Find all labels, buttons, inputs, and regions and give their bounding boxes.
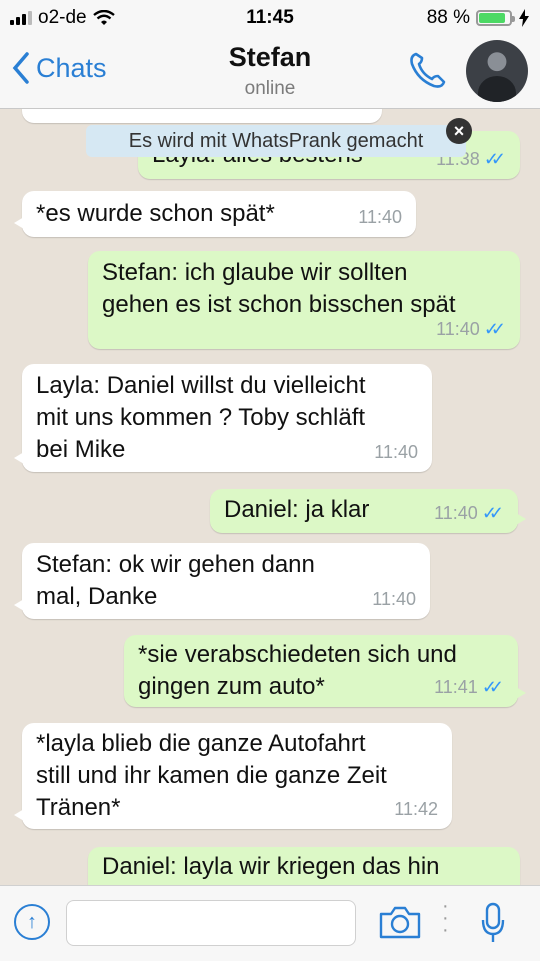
battery-icon [476, 10, 515, 26]
status-right: 88 % [427, 7, 530, 29]
watermark-banner: Es wird mit WhatsPrank gemacht [86, 125, 466, 157]
message-bubble [22, 109, 382, 123]
avatar[interactable] [466, 40, 528, 102]
camera-icon[interactable] [378, 904, 422, 940]
message-input[interactable] [66, 900, 356, 946]
message-bubble: Layla: Daniel willst du vielleicht mit u… [14, 364, 432, 472]
battery-fill [479, 13, 506, 23]
battery-percent: 88 % [426, 7, 470, 28]
message-meta: 11:40 [372, 583, 416, 615]
upload-icon[interactable]: ↑ [14, 904, 50, 940]
message-text: Stefan: ok wir gehen dann mal, Danke [36, 551, 315, 610]
chat-header: Chats Stefan online [0, 36, 540, 109]
charging-icon [519, 9, 529, 27]
message-meta: 11:40 ✓✓ [436, 313, 506, 345]
close-icon[interactable]: × [446, 118, 472, 144]
message-bubble: Daniel: layla wir kriegen das hin [88, 847, 520, 885]
message-bubble: Stefan: ok wir gehen dann mal, Danke 11:… [14, 543, 430, 619]
message-text: *sie verabschiedeten sich und gingen zum… [138, 641, 457, 700]
chat-area[interactable]: Layla: alles bestens 11:38✓✓ *es wurde s… [0, 109, 540, 885]
message-bubble: *layla blieb die ganze Autofahrt still u… [14, 723, 452, 829]
read-ticks-icon: ✓✓ [481, 503, 504, 523]
message-time: 11:40 [372, 589, 416, 609]
message-text: Daniel: ja klar [224, 496, 370, 523]
message-bubble: Stefan: ich glaube wir sollten gehen es … [88, 251, 520, 349]
read-ticks-icon: ✓✓ [483, 319, 506, 339]
phone-icon[interactable] [406, 50, 448, 92]
message-bubble: Daniel: ja klar 11:40 ✓✓ [210, 489, 526, 533]
microphone-icon[interactable] [480, 902, 506, 944]
contact-name[interactable]: Stefan [0, 42, 540, 73]
message-time: 11:41 [434, 677, 478, 697]
message-time: 11:40 [374, 442, 418, 462]
message-meta: 11:41 ✓✓ [434, 671, 504, 703]
message-time: 11:42 [394, 799, 438, 819]
status-bar: o2-de 11:45 88 % [0, 0, 540, 36]
message-meta: 11:40 ✓✓ [434, 497, 504, 529]
message-meta: 11:40 [358, 201, 402, 233]
message-text: *es wurde schon spät* [36, 200, 275, 227]
message-time: 11:40 [436, 319, 480, 339]
message-text: Layla: Daniel willst du vielleicht mit u… [36, 372, 366, 463]
input-bar: ↑ · · · [0, 885, 540, 961]
message-meta: 11:42 [394, 793, 438, 825]
message-time: 11:40 [358, 207, 402, 227]
message-bubble: *es wurde schon spät* 11:40 [14, 191, 416, 237]
message-text: *layla blieb die ganze Autofahrt still u… [36, 730, 387, 821]
contact-status: online [244, 78, 296, 99]
read-ticks-icon: ✓✓ [481, 677, 504, 697]
read-ticks-icon: ✓✓ [483, 149, 506, 169]
message-time: 11:40 [434, 503, 478, 523]
message-text: Daniel: layla wir kriegen das hin [102, 853, 440, 880]
more-icon[interactable]: · · · [442, 896, 449, 940]
message-text: Stefan: ich glaube wir sollten gehen es … [102, 259, 456, 318]
message-meta: 11:40 [374, 436, 418, 468]
message-bubble: *sie verabschiedeten sich und gingen zum… [124, 635, 526, 707]
